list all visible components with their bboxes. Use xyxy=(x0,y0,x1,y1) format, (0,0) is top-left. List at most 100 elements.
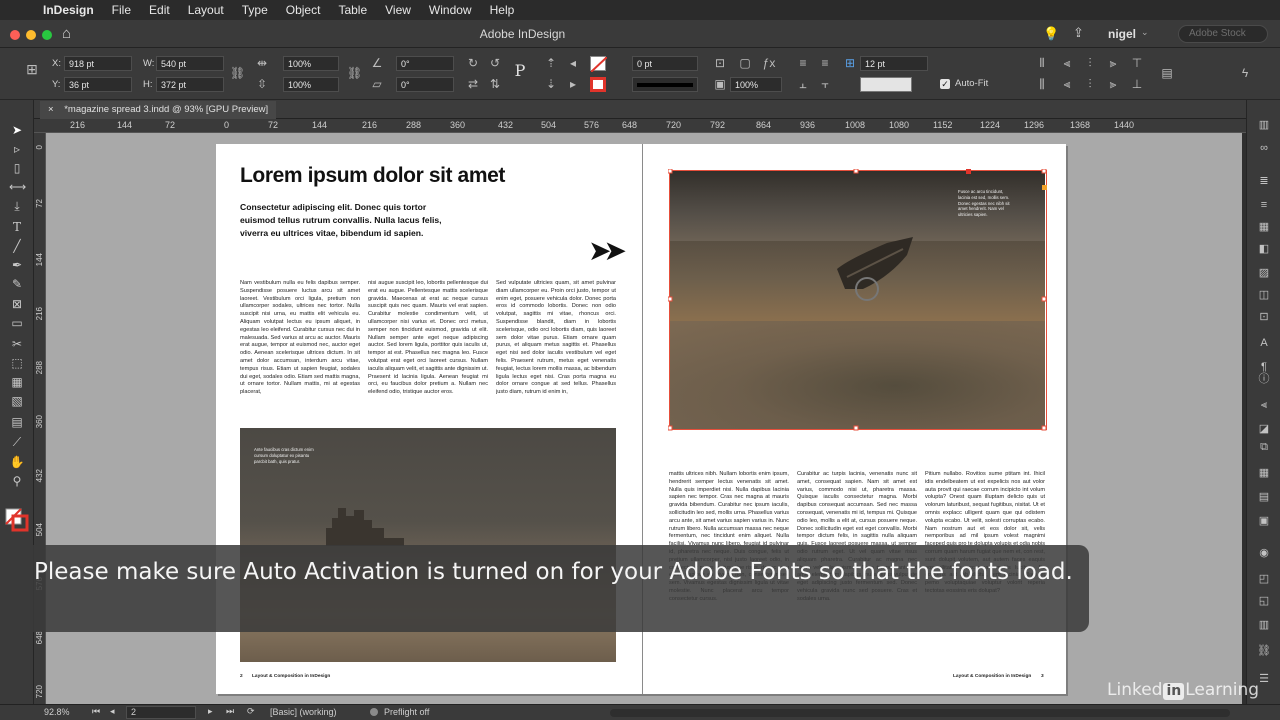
constrain-proportions-icon[interactable]: ⛓ xyxy=(230,66,245,80)
document-tab[interactable]: × *magazine spread 3.indd @ 93% [GPU Pre… xyxy=(40,101,277,119)
body-column-1[interactable]: Nam vestibulum nulla eu felis dapibus se… xyxy=(240,280,360,422)
pages-panel-icon[interactable]: ▥ xyxy=(1257,118,1271,132)
align-center-icon[interactable]: ≡ xyxy=(818,56,832,70)
cc-libraries-icon[interactable]: ⧉ xyxy=(1257,440,1271,454)
gradient-icon[interactable]: ▦ xyxy=(9,374,25,390)
character-styles-icon[interactable]: A xyxy=(1257,336,1271,350)
page-number-field[interactable]: 2 xyxy=(126,706,196,719)
link-scale-icon[interactable]: ⛓ xyxy=(347,66,362,80)
swatches-panel-icon[interactable]: ▦ xyxy=(1257,220,1271,234)
x-position-field[interactable]: 918 pt xyxy=(64,56,132,71)
rectangle-icon[interactable]: ▭ xyxy=(9,315,25,331)
stroke-type-select[interactable] xyxy=(632,77,698,92)
align-objects-top-icon[interactable]: ⊤ xyxy=(1130,56,1144,70)
gap-icon[interactable]: ⟷ xyxy=(9,179,26,195)
hand-icon[interactable]: ✋ xyxy=(9,454,25,470)
gutter-field[interactable]: 12 pt xyxy=(860,56,928,71)
page-icon[interactable]: ▯ xyxy=(9,160,25,176)
scale-x-field[interactable]: 100% xyxy=(283,56,339,71)
align-right-icon[interactable]: ⫟ xyxy=(818,77,832,91)
zoom-icon[interactable]: ⚲ xyxy=(9,473,25,489)
open-page-icon[interactable]: ⟳ xyxy=(247,706,255,717)
distribute-vertical-icon[interactable]: ⫼ xyxy=(1035,77,1049,91)
stroke-panel-icon[interactable]: ≡ xyxy=(1257,198,1271,212)
gradient-panel-icon[interactable]: ▨ xyxy=(1257,266,1271,280)
panel-menu-icon[interactable]: ▤ xyxy=(1160,66,1174,80)
rectangle-frame-icon[interactable]: ⊠ xyxy=(9,296,25,312)
align-bottom-icon[interactable]: ⫠ xyxy=(796,77,810,91)
subhead-text[interactable]: Consectetur adipiscing elit. Donec quis … xyxy=(240,201,455,240)
pencil-icon[interactable]: ✎ xyxy=(9,276,25,292)
flip-vertical-icon[interactable]: ⇅ xyxy=(488,77,502,91)
effects-panel-icon[interactable]: ◫ xyxy=(1257,288,1271,302)
auto-size-icon[interactable]: ⊞ xyxy=(843,56,857,70)
info-panel-icon[interactable]: ⓘ xyxy=(1257,372,1271,386)
align-objects-center-icon[interactable]: ⫶ xyxy=(1083,56,1097,70)
menu-edit[interactable]: Edit xyxy=(140,3,179,17)
align-objects-right-icon[interactable]: ⫸ xyxy=(1106,56,1120,70)
cell-styles-icon[interactable]: ▣ xyxy=(1257,514,1271,528)
distribute-right-icon[interactable]: ⫸ xyxy=(1106,77,1120,91)
menu-layout[interactable]: Layout xyxy=(179,3,233,17)
type-icon[interactable]: T xyxy=(9,219,25,235)
menu-object[interactable]: Object xyxy=(277,3,330,17)
horizontal-scrollbar[interactable] xyxy=(610,709,1230,717)
color-panel-icon[interactable]: ◧ xyxy=(1257,242,1271,256)
content-collector-icon[interactable]: ⤓ xyxy=(9,198,25,214)
align-panel-icon[interactable]: ⫷ xyxy=(1257,398,1271,412)
menu-window[interactable]: Window xyxy=(420,3,481,17)
select-container-icon[interactable]: ⇡ xyxy=(544,56,558,70)
last-page-icon[interactable]: ⏭ xyxy=(226,706,234,717)
rotation-angle-field[interactable]: 0° xyxy=(396,56,454,71)
working-style[interactable]: [Basic] (working) xyxy=(270,707,337,717)
horizontal-ruler[interactable]: 216 144 72 0 72 144 216 288 360 432 504 576 648 720 79… xyxy=(34,119,1246,133)
opacity-field[interactable]: 100% xyxy=(730,77,782,92)
line-icon[interactable]: ╱ xyxy=(9,238,25,254)
menu-table[interactable]: Table xyxy=(329,3,376,17)
text-wrap-panel-icon[interactable]: ⊡ xyxy=(1257,310,1271,324)
scripts-panel-icon[interactable]: ▥ xyxy=(1257,618,1271,632)
reference-point-icon[interactable]: ⊞ xyxy=(22,62,42,82)
y-position-field[interactable]: 36 pt xyxy=(64,77,132,92)
select-next-icon[interactable]: ▸ xyxy=(566,77,580,91)
eyedropper-icon[interactable]: ⟋ xyxy=(9,434,25,450)
glyphs-panel-icon[interactable]: ◉ xyxy=(1257,546,1271,560)
pen-icon[interactable]: ✒ xyxy=(9,257,25,273)
text-wrap-icon[interactable]: ⊡ xyxy=(713,56,727,70)
properties-panel-icon[interactable]: ☰ xyxy=(1257,672,1271,686)
zoom-level[interactable]: 92.8% xyxy=(44,707,70,717)
close-tab-icon[interactable]: × xyxy=(48,104,54,115)
stroke-swatch[interactable] xyxy=(590,77,606,92)
align-objects-left-icon[interactable]: ⫷ xyxy=(1060,56,1074,70)
width-field[interactable]: 540 pt xyxy=(156,56,224,71)
lightbulb-icon[interactable]: 💡 xyxy=(1043,26,1059,42)
align-objects-bottom-icon[interactable]: ⊥ xyxy=(1130,77,1144,91)
select-previous-icon[interactable]: ◂ xyxy=(566,56,580,70)
selection-icon[interactable]: ➤ xyxy=(9,122,25,138)
flip-horizontal-icon[interactable]: ⇄ xyxy=(466,77,480,91)
height-field[interactable]: 372 pt xyxy=(156,77,224,92)
shear-angle-field[interactable]: 0° xyxy=(396,77,454,92)
align-left-icon[interactable]: ≡ xyxy=(796,56,810,70)
column-rule-field[interactable] xyxy=(860,77,912,92)
menu-view[interactable]: View xyxy=(376,3,420,17)
links-panel-icon[interactable]: ∞ xyxy=(1257,141,1271,155)
fill-swatch[interactable] xyxy=(590,56,608,73)
rotate-clockwise-icon[interactable]: ↻ xyxy=(466,56,480,70)
menu-type[interactable]: Type xyxy=(233,3,277,17)
drop-shadow-icon[interactable]: ▣ xyxy=(713,77,727,91)
headline-text[interactable]: Lorem ipsum dolor sit amet xyxy=(240,164,505,188)
scissors-icon[interactable]: ✂ xyxy=(9,336,25,352)
rotate-counterclockwise-icon[interactable]: ↺ xyxy=(488,56,502,70)
preflight-status[interactable]: Preflight off xyxy=(384,707,429,717)
menu-help[interactable]: Help xyxy=(481,3,524,17)
user-name[interactable]: nigel xyxy=(1108,27,1136,41)
chevron-down-icon[interactable]: ⌄ xyxy=(1141,27,1149,38)
select-content-icon[interactable]: ⇣ xyxy=(544,77,558,91)
table-panel-icon[interactable]: ▦ xyxy=(1257,466,1271,480)
next-page-icon[interactable]: ▸ xyxy=(208,706,213,717)
previous-page-icon[interactable]: ◂ xyxy=(110,706,115,717)
quick-apply-icon[interactable]: ϟ xyxy=(1238,66,1252,80)
pathfinder-panel-icon[interactable]: ◪ xyxy=(1257,422,1271,436)
scale-y-field[interactable]: 100% xyxy=(283,77,339,92)
